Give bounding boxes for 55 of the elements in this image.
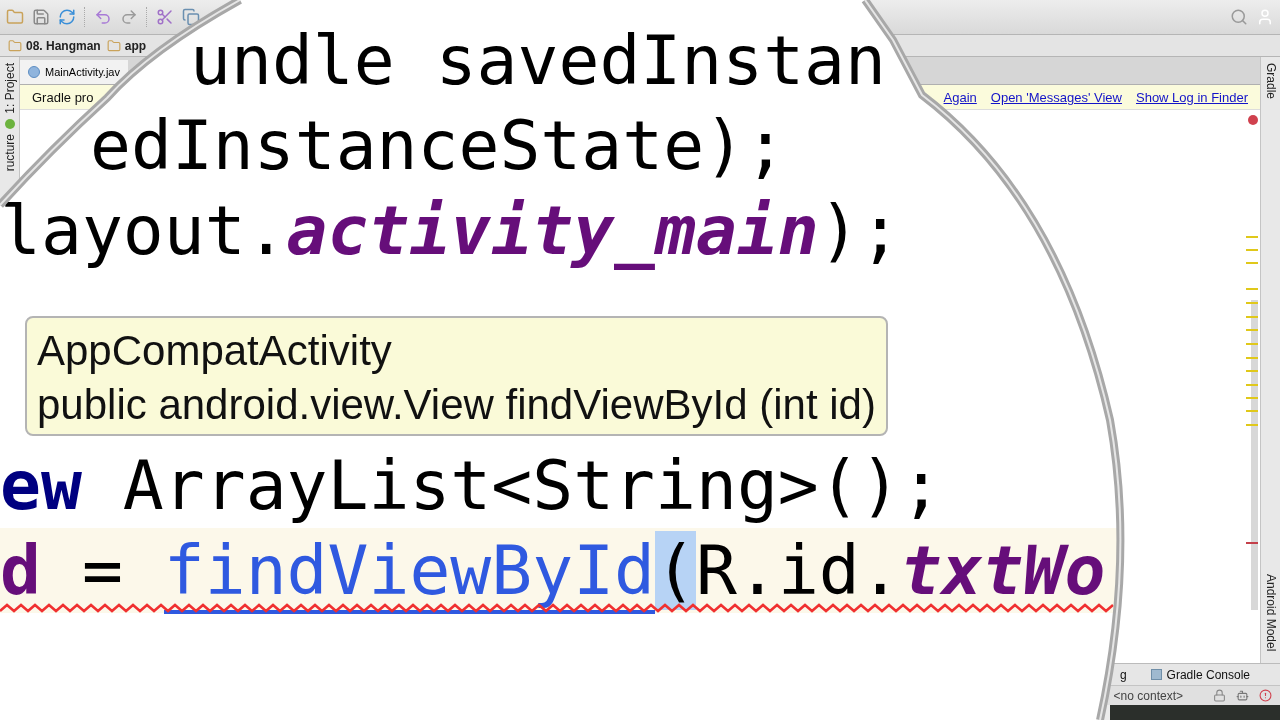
tool-window-tab[interactable]: 1: Project	[2, 63, 17, 114]
code-line: layout.activity_main);	[0, 190, 901, 272]
notification-link[interactable]: Again	[943, 89, 977, 105]
warning-stripe[interactable]	[1246, 397, 1258, 399]
editor-tab[interactable]: MainActivity.jav	[20, 60, 128, 84]
tool-window-tab[interactable]: ructure	[2, 133, 17, 172]
android-icon	[4, 118, 15, 129]
lock-icon[interactable]	[1213, 689, 1226, 702]
scrollbar-thumb[interactable]	[1251, 300, 1258, 610]
breadcrumb[interactable]: app	[106, 38, 147, 53]
warning-stripe[interactable]	[1246, 370, 1258, 372]
folder-icon	[106, 38, 121, 53]
tool-window-tab[interactable]: Android Model	[1263, 573, 1278, 651]
warning-stripe[interactable]	[1246, 357, 1258, 359]
notification-link[interactable]: Open 'Messages' View	[990, 89, 1122, 105]
code-line: ew ArrayList<String>();	[0, 445, 942, 527]
warning-stripe[interactable]	[1246, 316, 1258, 318]
warning-stripe[interactable]	[1246, 302, 1258, 304]
warning-stripe[interactable]	[1246, 410, 1258, 412]
error-stripe[interactable]	[1246, 542, 1258, 544]
copy-icon[interactable]	[182, 8, 200, 26]
notification-text: Gradle pro	[32, 89, 94, 105]
error-icon	[1248, 115, 1258, 125]
folder-icon	[8, 38, 22, 53]
sync-icon[interactable]	[58, 8, 76, 26]
folder-icon[interactable]	[6, 8, 24, 26]
warning-stripe[interactable]	[1246, 424, 1258, 426]
warning-stripe[interactable]	[1246, 249, 1258, 251]
warning-stripe[interactable]	[1246, 343, 1258, 345]
code-line: d = findViewById(R.id.txtWo	[0, 528, 1106, 613]
context-label[interactable]: <no context>	[1113, 688, 1183, 703]
warning-stripe[interactable]	[1246, 329, 1258, 331]
code-line: edInstanceState);	[90, 105, 786, 187]
console-icon	[1150, 669, 1162, 680]
tooltip-title: AppCompatActivity	[37, 328, 393, 374]
tool-window-tab[interactable]: g	[1119, 667, 1127, 682]
scissors-icon[interactable]	[156, 8, 174, 26]
error-icon[interactable]	[1259, 689, 1272, 702]
notification-link[interactable]: Show Log in Finder	[1136, 89, 1248, 105]
warning-stripe[interactable]	[1246, 262, 1258, 264]
robot-icon[interactable]	[1236, 689, 1249, 702]
undo-icon[interactable]	[94, 8, 112, 26]
warning-stripe[interactable]	[1246, 236, 1258, 238]
class-icon	[28, 66, 40, 78]
tooltip-signature: public android.view.View findViewById (int id)	[37, 382, 876, 428]
redo-icon[interactable]	[120, 8, 138, 26]
warning-stripe[interactable]	[1246, 288, 1258, 290]
save-icon[interactable]	[32, 8, 50, 26]
user-icon[interactable]	[1256, 8, 1274, 26]
code-line: undle savedInstan	[190, 20, 886, 102]
warning-stripe[interactable]	[1246, 384, 1258, 386]
tool-window-tab[interactable]: Gradle	[1263, 63, 1278, 100]
search-icon[interactable]	[1230, 8, 1248, 26]
breadcrumb[interactable]: 08. Hangman	[8, 38, 101, 53]
tool-window-tab[interactable]: Gradle Console	[1150, 667, 1250, 682]
